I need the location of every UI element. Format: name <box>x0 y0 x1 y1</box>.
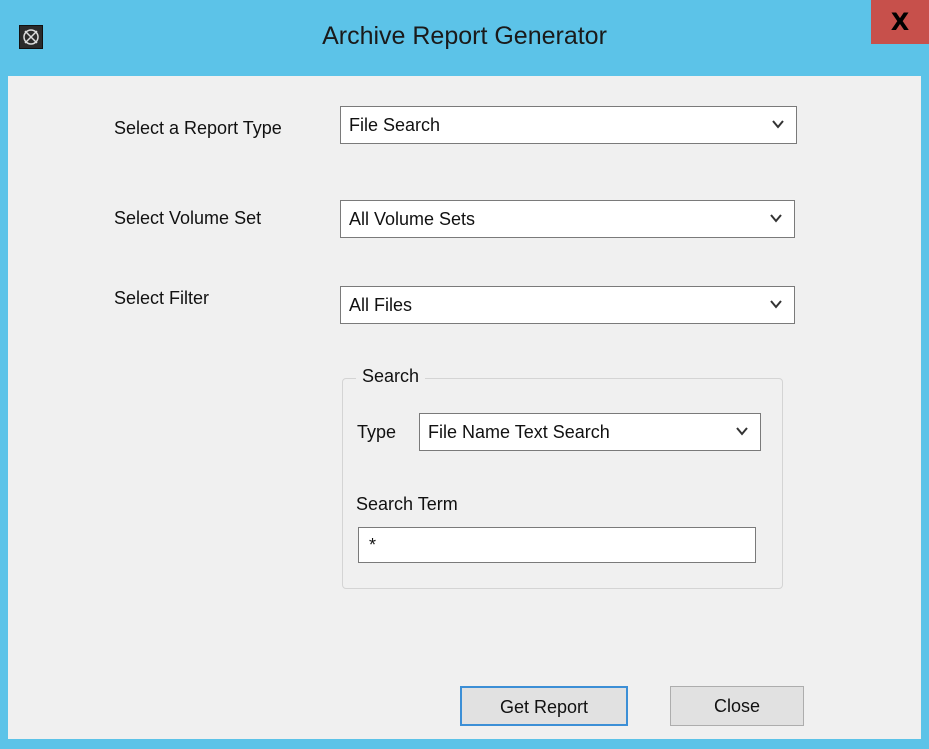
filter-value: All Files <box>349 295 413 315</box>
window-title: Archive Report Generator <box>322 22 607 50</box>
dialog-body: Select a Report Type File Search Select … <box>8 76 921 739</box>
chevron-down-icon <box>736 427 748 436</box>
report-type-label: Select a Report Type <box>114 118 282 138</box>
report-type-value: File Search <box>349 115 441 135</box>
chevron-down-icon <box>770 214 782 223</box>
search-type-label: Type <box>357 422 397 442</box>
search-group-title: Search <box>356 366 426 387</box>
close-button[interactable]: Close <box>670 686 804 726</box>
dialog-window: Archive Report Generator X Select a Repo… <box>0 0 929 749</box>
volume-set-dropdown[interactable]: All Volume Sets <box>340 200 795 238</box>
get-report-button[interactable]: Get Report <box>460 686 628 726</box>
volume-set-label: Select Volume Set <box>114 208 262 228</box>
close-window-button[interactable]: X <box>871 0 929 44</box>
chevron-down-icon <box>772 120 784 129</box>
chevron-down-icon <box>770 300 782 309</box>
search-term-input[interactable]: * <box>358 527 756 563</box>
title-bar[interactable]: Archive Report Generator X <box>0 0 929 76</box>
search-term-label: Search Term <box>356 494 458 514</box>
search-type-value: File Name Text Search <box>428 422 610 442</box>
filter-label: Select Filter <box>114 288 210 308</box>
volume-set-value: All Volume Sets <box>349 209 476 229</box>
search-term-value: * <box>369 535 377 555</box>
search-type-dropdown[interactable]: File Name Text Search <box>419 413 761 451</box>
filter-dropdown[interactable]: All Files <box>340 286 795 324</box>
report-type-dropdown[interactable]: File Search <box>340 106 797 144</box>
